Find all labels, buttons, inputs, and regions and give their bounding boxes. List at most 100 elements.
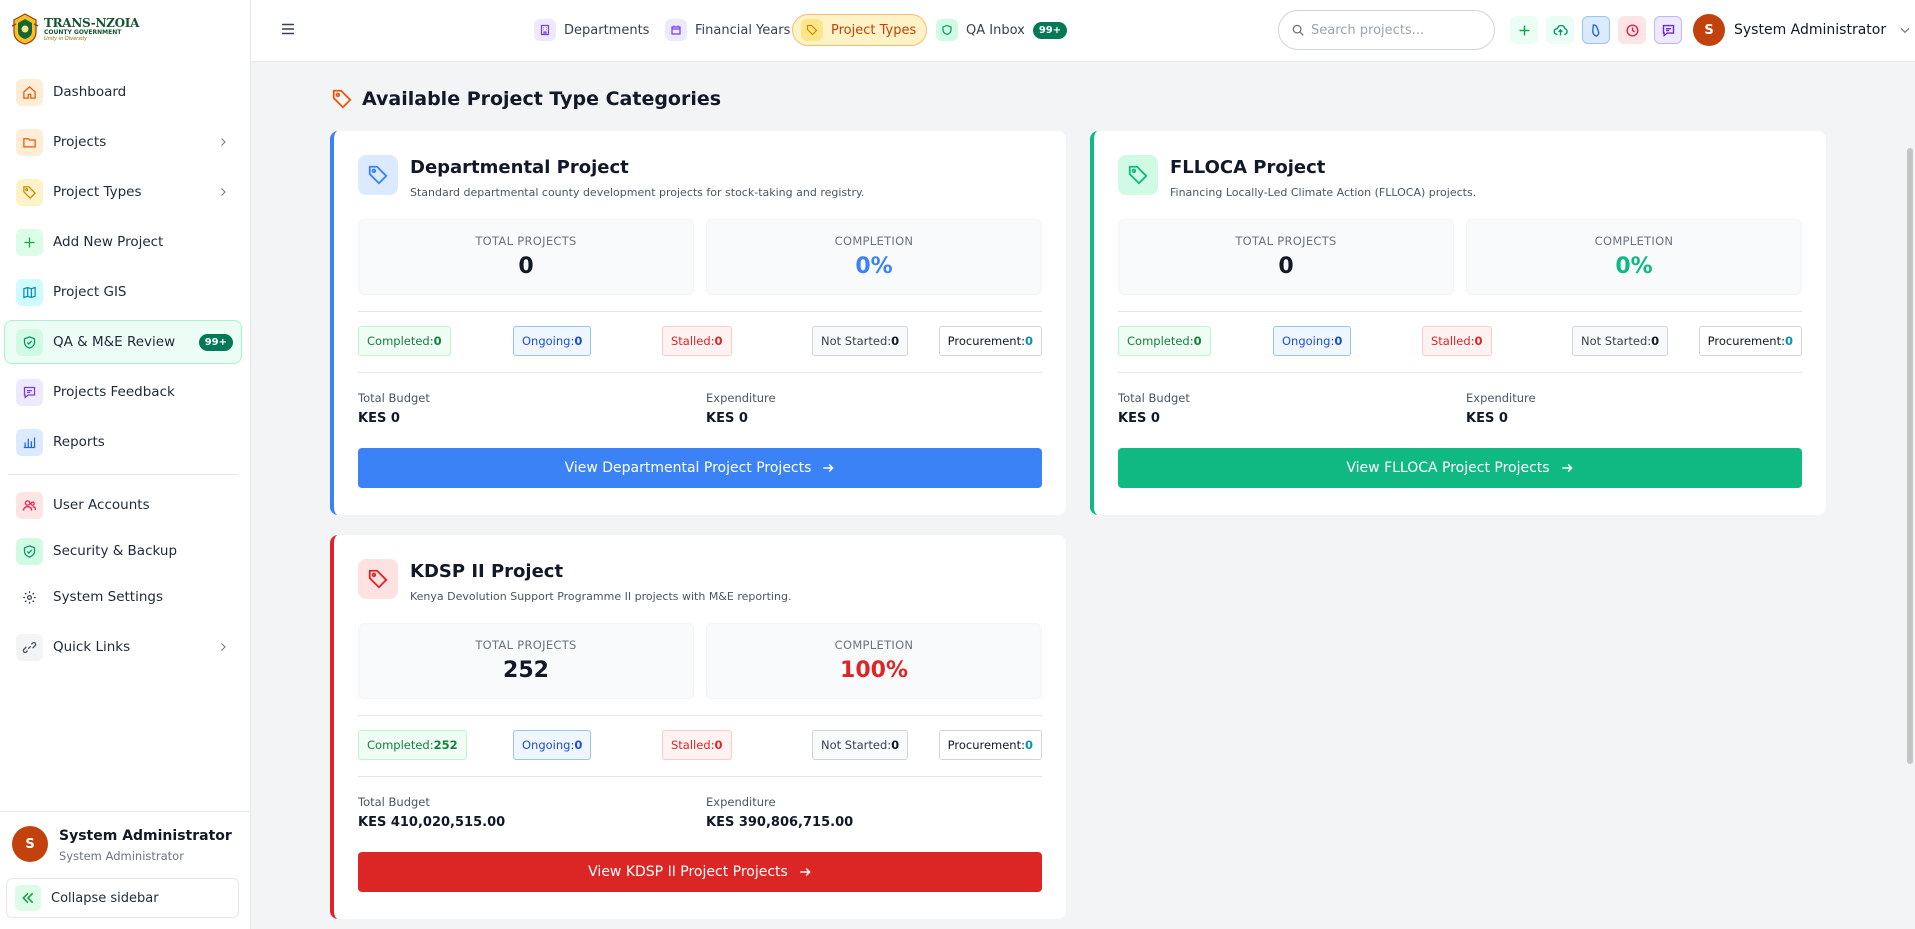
divider — [1118, 311, 1802, 312]
status-pill-stalled[interactable]: Stalled: 0 — [662, 730, 732, 760]
sidebar-item-reports[interactable]: Reports — [4, 420, 242, 464]
menu-icon[interactable] — [279, 20, 297, 38]
status-pill-count: 252 — [433, 738, 458, 752]
status-pill-count: 0 — [1334, 334, 1343, 348]
status-pill-count: 0 — [1024, 334, 1033, 348]
view-projects-button[interactable]: View Departmental Project Projects — [358, 448, 1042, 488]
user-name: System Administrator — [59, 828, 232, 844]
sidebar-item-system-settings[interactable]: System Settings — [4, 575, 242, 619]
shield-check-icon — [936, 19, 958, 41]
search-input[interactable] — [1311, 22, 1486, 38]
tag-icon — [358, 155, 398, 195]
card-title: Departmental Project — [410, 157, 629, 178]
cloud-upload-icon — [1553, 24, 1568, 35]
county-logo[interactable]: TRANS-NZOIA COUNTY GOVERNMENT Unity in D… — [10, 12, 139, 46]
sidebar-item-label: QA & M&E Review — [53, 334, 176, 350]
tab-financial-years[interactable]: Financial Years — [656, 14, 801, 46]
add-project-button[interactable] — [1510, 16, 1538, 44]
home-icon — [16, 78, 43, 106]
budget-value: KES 0 — [1118, 411, 1160, 426]
status-pill-count: 0 — [891, 738, 900, 752]
collapse-sidebar-button[interactable]: Collapse sidebar — [6, 878, 239, 918]
status-pill-completed[interactable]: Completed: 252 — [358, 730, 467, 760]
status-pill-procurement[interactable]: Procurement: 0 — [938, 730, 1042, 760]
chevron-right-icon — [221, 643, 226, 651]
status-pill-procurement[interactable]: Procurement: 0 — [1698, 326, 1802, 356]
divider — [1118, 372, 1802, 373]
sidebar-item-qa-review[interactable]: QA & M&E Review 99+ — [4, 320, 242, 364]
tab-departments[interactable]: Departments — [525, 14, 660, 46]
stat-value: 100% — [840, 658, 908, 683]
button-label: View FLLOCA Project Projects — [1346, 460, 1550, 476]
status-pill-label: Completed: — [1127, 334, 1194, 348]
sidebar-item-label: Reports — [53, 434, 105, 450]
sidebar-item-project-gis[interactable]: Project GIS — [4, 270, 242, 314]
map-button[interactable] — [1582, 16, 1610, 44]
status-pill-procurement[interactable]: Procurement: 0 — [938, 326, 1042, 356]
status-pill-not-started[interactable]: Not Started: 0 — [1572, 326, 1669, 356]
history-button[interactable] — [1618, 16, 1646, 44]
chevron-down-icon — [1900, 27, 1910, 34]
sidebar-item-quick-links[interactable]: Quick Links — [4, 625, 242, 669]
stat-value: 0 — [1278, 254, 1294, 279]
bar-chart-icon — [16, 428, 43, 456]
logo-title: TRANS-NZOIA — [44, 15, 140, 30]
status-pill-not-started[interactable]: Not Started: 0 — [812, 730, 909, 760]
sidebar-item-projects-feedback[interactable]: Projects Feedback — [4, 370, 242, 414]
gear-icon — [16, 584, 43, 611]
status-pill-stalled[interactable]: Stalled: 0 — [662, 326, 732, 356]
tab-qa-inbox[interactable]: QA Inbox 99+ — [927, 14, 1078, 46]
sidebar-item-project-types[interactable]: Project Types — [4, 170, 242, 214]
sidebar-item-security-backup[interactable]: Security & Backup — [4, 529, 242, 573]
project-type-card-departmental-project: Departmental Project Standard department… — [330, 131, 1066, 515]
section-header: Available Project Type Categories — [331, 88, 721, 110]
sidebar-item-projects[interactable]: Projects — [4, 120, 242, 164]
tag-icon — [16, 178, 43, 206]
status-pill-count: 0 — [433, 334, 442, 348]
sidebar-item-dashboard[interactable]: Dashboard — [4, 70, 242, 114]
calendar-icon — [665, 19, 687, 41]
tab-project-types[interactable]: Project Types — [792, 14, 928, 46]
messages-button[interactable] — [1654, 16, 1682, 44]
status-pill-ongoing[interactable]: Ongoing: 0 — [513, 326, 592, 356]
status-pill-completed[interactable]: Completed: 0 — [358, 326, 451, 356]
sidebar-item-user-accounts[interactable]: User Accounts — [4, 483, 242, 527]
view-projects-button[interactable]: View FLLOCA Project Projects — [1118, 448, 1802, 488]
user-name: System Administrator — [1734, 22, 1887, 38]
tab-label: Financial Years — [695, 22, 791, 38]
search-icon — [1292, 24, 1304, 36]
total-projects-stat: TOTAL PROJECTS 252 — [358, 623, 694, 699]
budget-value: KES 0 — [358, 411, 400, 426]
status-pill-not-started[interactable]: Not Started: 0 — [812, 326, 909, 356]
status-pill-count: 0 — [574, 738, 583, 752]
status-pill-completed[interactable]: Completed: 0 — [1118, 326, 1211, 356]
county-emblem-icon — [11, 13, 39, 45]
status-pill-ongoing[interactable]: Ongoing: 0 — [513, 730, 592, 760]
message-icon — [1662, 24, 1674, 37]
status-pill-count: 0 — [1651, 334, 1660, 348]
view-projects-button[interactable]: View KDSP II Project Projects — [358, 852, 1042, 892]
tab-label: QA Inbox — [966, 22, 1025, 38]
project-type-card-kdsp-ii-project: KDSP II Project Kenya Devolution Support… — [330, 535, 1066, 919]
card-description: Standard departmental county development… — [410, 186, 865, 199]
status-pill-ongoing[interactable]: Ongoing: 0 — [1273, 326, 1352, 356]
status-pill-label: Not Started: — [821, 738, 892, 752]
card-description: Financing Locally-Led Climate Action (FL… — [1170, 186, 1477, 199]
status-pill-stalled[interactable]: Stalled: 0 — [1422, 326, 1492, 356]
search-box[interactable] — [1278, 10, 1495, 50]
user-menu[interactable]: S System Administrator — [1693, 14, 1912, 46]
stat-label: TOTAL PROJECTS — [475, 638, 577, 652]
tag-icon — [332, 89, 352, 109]
sidebar-user-profile[interactable]: S System Administrator System Administra… — [0, 811, 251, 874]
map-pin-icon — [1591, 23, 1599, 37]
stat-label: TOTAL PROJECTS — [1235, 234, 1337, 248]
card-title: KDSP II Project — [410, 561, 564, 582]
completion-stat: COMPLETION 0% — [1466, 219, 1802, 295]
sidebar-item-add-new-project[interactable]: Add New Project — [4, 220, 242, 264]
status-pill-count: 0 — [714, 334, 723, 348]
upload-button[interactable] — [1546, 16, 1574, 44]
divider — [358, 372, 1042, 373]
stat-value: 0 — [518, 254, 534, 279]
scrollbar[interactable] — [1907, 148, 1913, 764]
plus-icon — [16, 228, 43, 256]
